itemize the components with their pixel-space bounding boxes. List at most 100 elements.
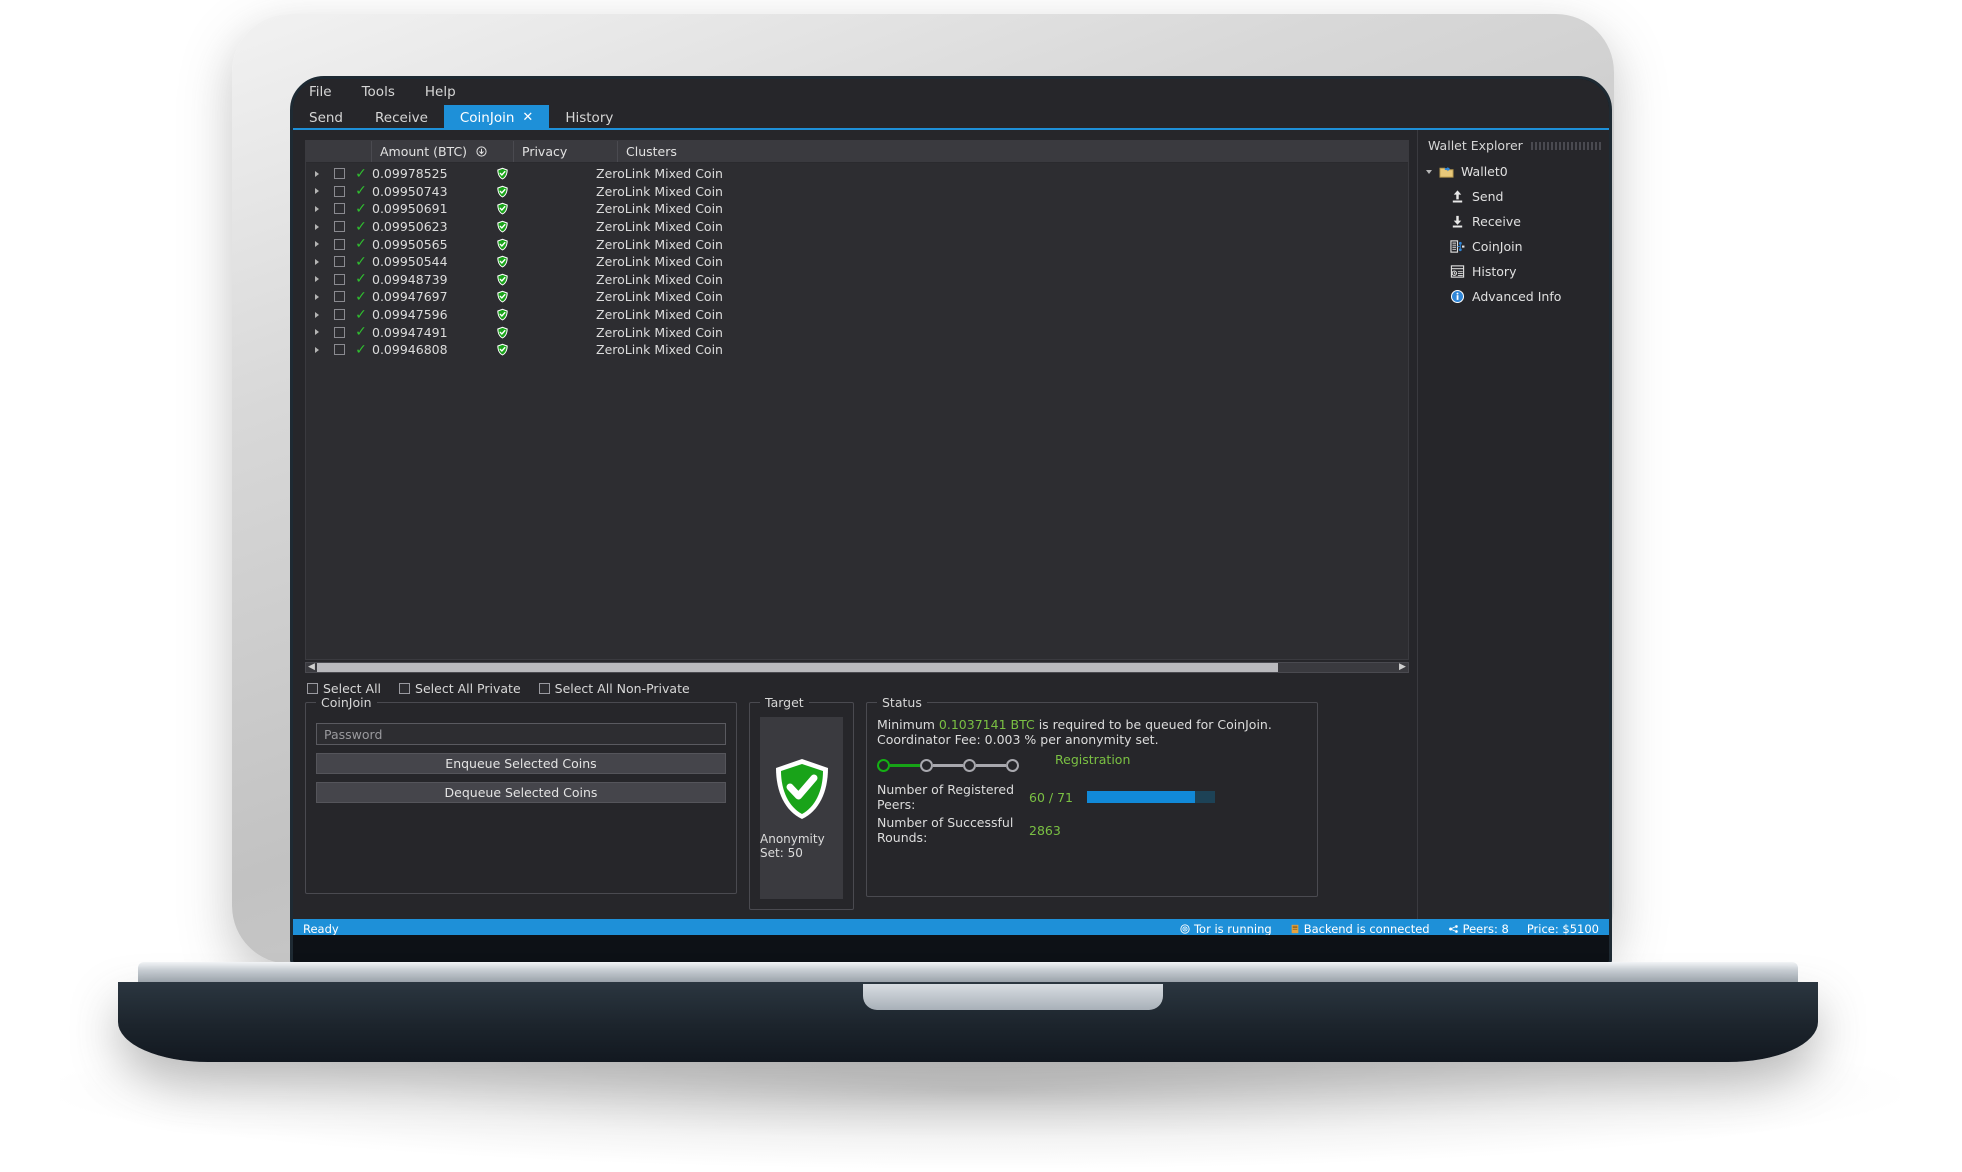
row-cluster: ZeroLink Mixed Coin — [596, 166, 723, 182]
status-tor-label: Tor is running — [1193, 921, 1272, 936]
table-row[interactable]: ✓ 0.09950691 ZeroLink Mixed Coin — [306, 200, 1408, 218]
table-row[interactable]: ✓ 0.09950743 ZeroLink Mixed Coin — [306, 183, 1408, 201]
header-privacy[interactable]: Privacy — [514, 141, 618, 162]
wallet-explorer-header: Wallet Explorer — [1418, 138, 1609, 159]
row-checkbox[interactable] — [328, 238, 350, 250]
menu-tools[interactable]: Tools — [358, 82, 399, 102]
header-clusters[interactable]: Clusters — [618, 141, 1408, 162]
scroll-right-icon[interactable]: ▶ — [1397, 663, 1408, 672]
tab-send[interactable]: Send — [293, 105, 359, 130]
row-privacy — [492, 185, 596, 198]
checkbox-box[interactable] — [307, 683, 318, 694]
row-checkbox[interactable] — [328, 256, 350, 268]
password-placeholder: Password — [324, 726, 383, 742]
phase-node-2 — [920, 759, 933, 772]
menu-help[interactable]: Help — [421, 82, 460, 102]
row-expander[interactable] — [306, 223, 328, 230]
registered-peers-progressbar — [1087, 791, 1215, 803]
row-privacy — [492, 255, 596, 268]
checkbox-box[interactable] — [399, 683, 411, 694]
close-icon[interactable]: ✕ — [522, 111, 533, 124]
status-tor[interactable]: Tor is running — [1180, 921, 1272, 936]
select-all-private-checkbox[interactable]: Select All Private — [399, 681, 521, 696]
table-row[interactable]: ✓ 0.09950623 ZeroLink Mixed Coin — [306, 218, 1408, 236]
row-expander[interactable] — [306, 241, 328, 248]
tab-coinjoin-label: CoinJoin — [459, 109, 515, 126]
shield-check-icon — [775, 759, 828, 819]
sidebar-item-advanced-info[interactable]: Advanced Info — [1418, 284, 1609, 309]
select-all-checkbox[interactable]: Select All — [307, 681, 381, 696]
table-row[interactable]: ✓ 0.09948739 ZeroLink Mixed Coin — [306, 271, 1408, 289]
row-checkbox[interactable] — [328, 273, 350, 285]
horizontal-scrollbar[interactable]: ◀ ▶ — [305, 662, 1409, 673]
row-cluster: ZeroLink Mixed Coin — [596, 271, 723, 287]
scroll-left-icon[interactable]: ◀ — [306, 663, 317, 672]
sort-descending-icon[interactable] — [476, 146, 487, 157]
wallet-explorer-title: Wallet Explorer — [1428, 138, 1523, 153]
row-amount: 0.09950743 — [372, 183, 448, 199]
status-backend[interactable]: Backend is connected — [1290, 922, 1430, 935]
header-amount[interactable]: Amount (BTC) — [372, 141, 514, 162]
shield-check-icon — [497, 185, 508, 198]
enqueue-selected-coins-button[interactable]: Enqueue Selected Coins — [316, 753, 726, 774]
status-indicators: Tor is running Backend is connected Peer… — [1180, 921, 1599, 936]
tab-history-label: History — [565, 109, 614, 126]
table-row[interactable]: ✓ 0.09950544 ZeroLink Mixed Coin — [306, 253, 1408, 271]
tab-coinjoin[interactable]: CoinJoin ✕ — [443, 105, 550, 130]
sidebar-item-send[interactable]: Send — [1418, 184, 1609, 209]
row-privacy — [492, 220, 596, 233]
row-checkbox[interactable] — [328, 309, 350, 321]
row-confirmed-check-icon: ✓ — [355, 253, 367, 270]
table-row[interactable]: ✓ 0.09947596 ZeroLink Mixed Coin — [306, 306, 1408, 324]
row-checkbox[interactable] — [328, 326, 350, 338]
sidebar-item-coinjoin[interactable]: CoinJoin — [1418, 234, 1609, 259]
row-checkbox[interactable] — [328, 168, 350, 180]
panel-grip-icon[interactable] — [1530, 141, 1601, 150]
row-expander[interactable] — [306, 170, 328, 177]
successful-rounds-row: Number of Successful Rounds: 2863 — [877, 815, 1307, 845]
row-privacy — [492, 167, 596, 180]
row-amount: 0.09950691 — [372, 201, 448, 217]
status-price-label: Price: $5100 — [1526, 921, 1599, 936]
sidebar-item-history[interactable]: History — [1418, 259, 1609, 284]
password-input[interactable]: Password — [316, 723, 726, 745]
status-peers[interactable]: Peers: 8 — [1448, 922, 1509, 935]
row-amount: 0.09947697 — [372, 289, 448, 305]
select-all-nonprivate-checkbox[interactable]: Select All Non-Private — [538, 681, 690, 696]
row-checkbox[interactable] — [328, 344, 350, 356]
table-row[interactable]: ✓ 0.09950565 ZeroLink Mixed Coin — [306, 235, 1408, 253]
row-expander[interactable] — [306, 258, 328, 265]
row-expander[interactable] — [306, 188, 328, 195]
sidebar-item-receive[interactable]: Receive — [1418, 209, 1609, 234]
table-row[interactable]: ✓ 0.09947697 ZeroLink Mixed Coin — [306, 288, 1408, 306]
row-expander[interactable] — [306, 346, 328, 353]
table-row[interactable]: ✓ 0.09946808 ZeroLink Mixed Coin — [306, 341, 1408, 359]
row-expander[interactable] — [306, 311, 328, 318]
table-row[interactable]: ✓ 0.09947491 ZeroLink Mixed Coin — [306, 323, 1408, 341]
shield-check-icon — [497, 308, 508, 321]
row-expander[interactable] — [306, 293, 328, 300]
laptop-base-notch — [863, 984, 1163, 1010]
header-clusters-label: Clusters — [626, 144, 677, 159]
row-checkbox[interactable] — [328, 291, 350, 303]
checkbox-box[interactable] — [538, 683, 550, 694]
tab-history[interactable]: History — [549, 105, 629, 130]
row-checkbox[interactable] — [328, 185, 350, 197]
dequeue-selected-coins-button[interactable]: Dequeue Selected Coins — [316, 782, 726, 803]
row-expander[interactable] — [306, 205, 328, 212]
tab-receive[interactable]: Receive — [359, 105, 444, 130]
row-checkbox[interactable] — [328, 203, 350, 215]
row-expander[interactable] — [306, 276, 328, 283]
row-amount: 0.09947596 — [372, 307, 448, 323]
menu-file[interactable]: File — [305, 82, 336, 102]
phase-seg-1 — [890, 764, 920, 767]
chevron-down-icon[interactable] — [1426, 169, 1432, 174]
table-row[interactable]: ✓ 0.09978525 ZeroLink Mixed Coin — [306, 165, 1408, 183]
sidebar-item-wallet0[interactable]: Wallet0 — [1418, 159, 1609, 184]
target-group-title: Target — [760, 695, 809, 710]
row-expander[interactable] — [306, 329, 328, 336]
select-all-private-label: Select All Private — [415, 681, 521, 696]
scrollbar-thumb[interactable] — [317, 663, 1279, 672]
row-checkbox[interactable] — [328, 221, 350, 233]
scrollbar-track[interactable] — [317, 663, 1397, 672]
